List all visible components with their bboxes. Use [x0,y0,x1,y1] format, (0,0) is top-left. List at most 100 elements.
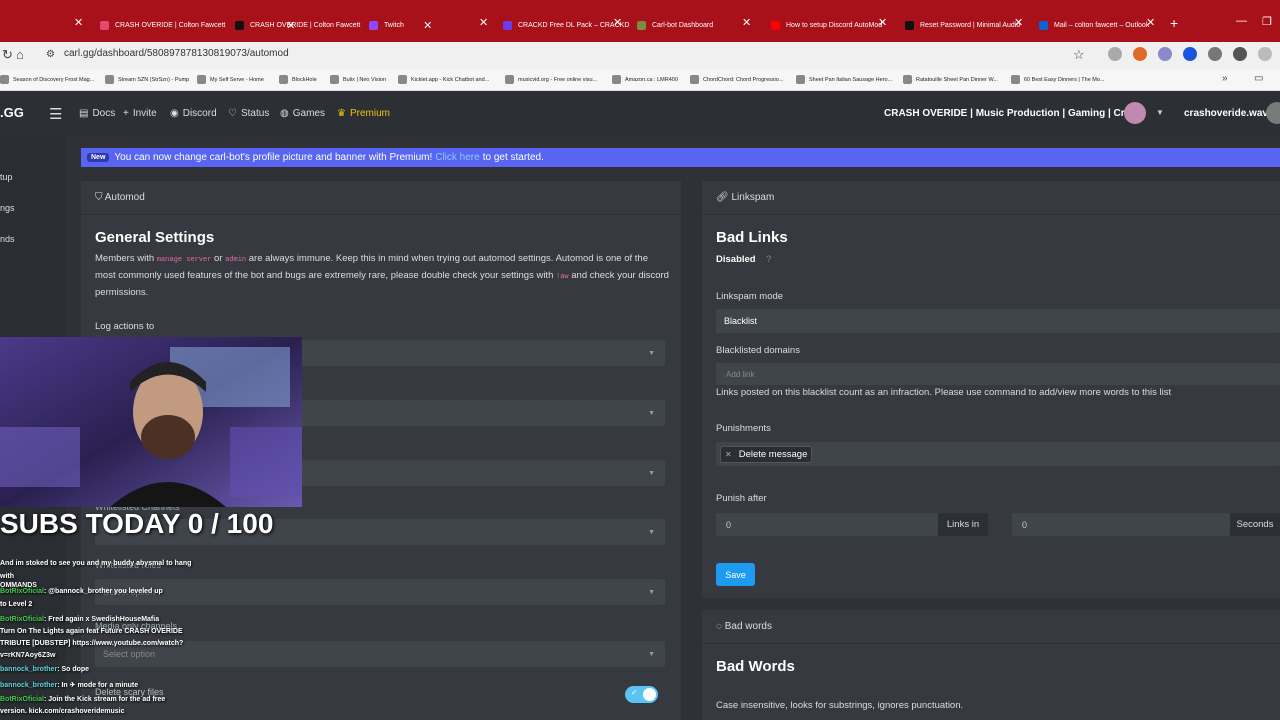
delete-scary-files-toggle[interactable]: ✓ [625,686,658,703]
sidebar-item[interactable]: nds [0,234,15,244]
remove-icon[interactable]: ✕ [725,450,732,459]
bookmark-icon [279,75,288,84]
new-tab-icon[interactable]: + [1170,15,1178,31]
seconds-input[interactable]: 0 [1012,513,1230,536]
bookmark-item[interactable]: Sheet Pan Italian Sausage Hero... [796,75,892,84]
bookmark-icon [505,75,514,84]
bookmark-item[interactable]: Stream SZN (StrSzn) - Pump [105,75,189,84]
chat-line: BotRixOficial: @bannock_brother you leve… [0,588,163,595]
media-icon[interactable] [1233,47,1247,61]
chat-line: bannock_brother: In ✈ mode for a minute [0,682,139,689]
bookmark-item[interactable]: ChordChord: Chord Progressio... [690,75,783,84]
close-tab-icon[interactable]: ✕ [613,16,622,29]
punishment-chip: ✕ Delete message [720,445,813,463]
close-tab-icon[interactable]: ✕ [479,16,488,29]
minimize-icon[interactable]: — [1236,15,1247,27]
browser-tab-7[interactable]: Reset Password | Minimal Audio [905,16,1020,34]
url-field[interactable]: carl.gg/dashboard/580897878130819073/aut… [64,48,289,59]
nav-status[interactable]: ♡ Status [228,108,269,119]
chevron-down-icon: ▼ [648,650,655,658]
crown-icon: ♛ [337,108,346,119]
bookmark-item[interactable]: Amazon.ca : LMR400 [612,75,678,84]
user-avatar[interactable] [1266,102,1280,124]
logo[interactable]: .GG [0,105,24,120]
premium-banner: New You can now change carl-bot's profil… [81,148,1280,167]
nav-games[interactable]: ◍ Games [280,108,325,119]
browser-tab-2[interactable]: CRASH OVERIDE | Colton Fawcett ✕ [235,16,432,34]
folder-icon[interactable]: ▭ [1254,73,1263,84]
nav-premium[interactable]: ♛ Premium [337,108,390,119]
reload-icon[interactable]: ↻ [2,47,13,63]
tab-favicon-icon [905,20,914,30]
home-icon[interactable]: ⌂ [16,47,24,62]
bookmark-item[interactable]: Ratatouille Sheet Pan Dinner W... [903,75,998,84]
browser-tab-3[interactable]: Twitch [369,16,404,34]
extension-icon[interactable] [1183,47,1197,61]
bookmark-item[interactable]: Bulix | Neo Vision [330,75,386,84]
metamask-icon[interactable] [1133,47,1147,61]
sidebar-item[interactable]: tup [0,172,13,182]
close-tab-icon[interactable]: ✕ [1014,16,1023,29]
close-tab-icon[interactable]: ✕ [74,16,83,29]
bookmark-icon [690,75,699,84]
bookmark-item[interactable]: 60 Best Easy Dinners | The Mo... [1011,75,1105,84]
linkspam-status: Disabled [716,254,756,265]
close-tab-icon[interactable]: ✕ [742,16,751,29]
extension-icon[interactable] [1158,47,1172,61]
chat-icon: ◌ [716,621,725,632]
site-info-icon[interactable]: ⚙ [46,49,55,60]
close-tab-icon[interactable]: ✕ [878,16,887,29]
punishments-select[interactable]: ✕ Delete message [716,442,1280,466]
bookmark-icon [612,75,621,84]
nav-docs[interactable]: ▤ Docs [79,108,115,119]
browser-tab-1[interactable]: CRASH OVERIDE | Colton Fawcett ✕ [100,16,295,34]
plus-icon: + [123,108,129,119]
maximize-icon[interactable]: ❐ [1262,15,1272,28]
close-tab-icon[interactable]: ✕ [1146,16,1155,29]
bookmark-item[interactable]: Season of Discovery Frost Mag... [0,75,94,84]
bookmark-item[interactable]: musicvid.org - Free online visu... [505,75,597,84]
server-name[interactable]: CRASH OVERIDE | Music Production | Gamin… [884,108,1146,119]
banner-link[interactable]: Click here [435,152,479,163]
browser-tab-6[interactable]: How to setup Discord AutoMod [771,16,882,34]
username[interactable]: crashoveride.wav [1184,108,1268,119]
gamepad-icon: ◍ [280,108,289,119]
linkspam-mode-select[interactable]: Blacklist [716,309,1280,333]
server-avatar[interactable] [1124,102,1146,124]
check-icon: ✓ [631,688,638,697]
more-bookmarks-icon[interactable]: » [1222,73,1228,84]
bookmark-star-icon[interactable]: ☆ [1073,47,1085,63]
help-icon[interactable]: ? [766,254,771,265]
add-link-input[interactable]: Add link [716,363,1280,385]
bookmarks-bar: Season of Discovery Frost Mag... Stream … [0,69,1280,91]
automod-card-header: ⛉ Automod [81,181,681,215]
bookmark-item[interactable]: My Self Serve - Home [197,75,264,84]
bad-words-card: ◌ Bad words Bad Words Case insensitive, … [702,610,1280,720]
hamburger-menu-icon[interactable]: ☰ [49,105,62,123]
browser-tab-5[interactable]: Carl-bot Dashboard [637,16,713,34]
profile-icon[interactable] [1258,47,1272,61]
links-count-input[interactable]: 0 [716,513,938,536]
chevron-down-icon[interactable]: ▼ [1156,108,1164,117]
punishments-label: Punishments [716,423,771,434]
bookmark-icon [398,75,407,84]
linkspam-mode-label: Linkspam mode [716,291,784,302]
bookmark-item[interactable]: Kicklet.app - Kick Chatbot and... [398,75,489,84]
bad-links-title: Bad Links [716,229,788,246]
save-button[interactable]: Save [716,563,755,586]
browser-tab-4[interactable]: CRACKD Free DL Pack – CRACKD [503,16,629,34]
extension-icon[interactable] [1108,47,1122,61]
whitelisted-roles-select[interactable]: Select option ▼ [95,579,665,605]
browser-tab-8[interactable]: Mail – colton fawcett – Outlook [1039,16,1149,34]
bookmark-icon [330,75,339,84]
sidebar-item[interactable]: ngs [0,203,15,213]
chevron-down-icon: ▼ [648,409,655,417]
seconds-addon: Seconds [1230,513,1280,536]
close-tab-icon[interactable]: ✕ [423,19,432,32]
nav-discord[interactable]: ◉ Discord [170,108,217,119]
chat-line: And im stoked to see you and my buddy ab… [0,560,192,567]
puzzle-icon[interactable] [1208,47,1222,61]
bookmark-item[interactable]: BlockHole [279,75,317,84]
nav-invite[interactable]: + Invite [123,108,157,119]
tab-favicon-icon [100,20,109,30]
